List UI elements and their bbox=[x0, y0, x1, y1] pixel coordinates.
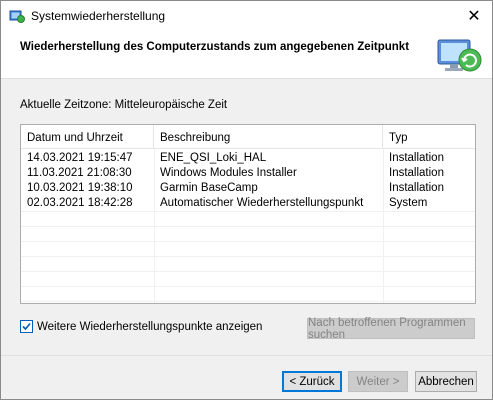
column-header-description[interactable]: Beschreibung bbox=[154, 125, 383, 149]
row-divider bbox=[21, 241, 475, 242]
row-description: Automatischer Wiederherstellungspunkt bbox=[160, 197, 364, 209]
page-title: Wiederherstellung des Computerzustands z… bbox=[20, 41, 410, 53]
row-divider bbox=[21, 226, 475, 227]
row-divider bbox=[21, 286, 475, 287]
row-divider bbox=[21, 211, 475, 212]
row-type: Installation bbox=[389, 182, 444, 194]
system-restore-icon bbox=[9, 10, 25, 23]
scan-affected-programs-button[interactable]: Nach betroffenen Programmen suchen bbox=[307, 317, 475, 341]
window-title: Systemwiederherstellung bbox=[31, 9, 166, 23]
show-more-label: Weitere Wiederherstellungspunkte anzeige… bbox=[37, 320, 263, 333]
timezone-label: Aktuelle Zeitzone: Mitteleuropäische Zei… bbox=[20, 99, 228, 111]
column-header-description-label: Beschreibung bbox=[160, 132, 231, 144]
row-divider bbox=[21, 271, 475, 272]
table-row[interactable]: 10.03.2021 19:38:10 Garmin BaseCamp Inst… bbox=[21, 181, 475, 196]
row-date: 02.03.2021 18:42:28 bbox=[27, 197, 133, 209]
row-type: Installation bbox=[389, 152, 444, 164]
close-icon: ✕ bbox=[467, 7, 481, 25]
column-header-date[interactable]: Datum und Uhrzeit ︿ bbox=[21, 125, 154, 149]
row-description: ENE_QSI_Loki_HAL bbox=[160, 152, 267, 164]
checkmark-icon bbox=[22, 322, 31, 331]
row-description: Garmin BaseCamp bbox=[160, 182, 258, 194]
row-type: Installation bbox=[389, 167, 444, 179]
system-restore-window: Systemwiederherstellung ✕ Wiederherstell… bbox=[0, 0, 493, 400]
back-button[interactable]: < Zurück bbox=[282, 371, 342, 392]
table-row[interactable]: 11.03.2021 21:08:30 Windows Modules Inst… bbox=[21, 166, 475, 181]
row-date: 11.03.2021 21:08:30 bbox=[27, 167, 132, 179]
column-header-date-label: Datum und Uhrzeit bbox=[27, 132, 123, 144]
row-date: 14.03.2021 19:15:47 bbox=[27, 152, 133, 164]
footer-divider bbox=[1, 355, 492, 356]
column-header-type[interactable]: Typ bbox=[383, 125, 475, 149]
close-button[interactable]: ✕ bbox=[456, 1, 492, 30]
restore-points-table[interactable]: Datum und Uhrzeit ︿ Beschreibung Typ 14.… bbox=[20, 124, 476, 304]
row-divider bbox=[21, 256, 475, 257]
column-header-type-label: Typ bbox=[389, 132, 408, 144]
table-row[interactable]: 02.03.2021 18:42:28 Automatischer Wieder… bbox=[21, 196, 475, 211]
wizard-header: Wiederherstellung des Computerzustands z… bbox=[1, 30, 492, 79]
row-divider bbox=[21, 301, 475, 302]
row-date: 10.03.2021 19:38:10 bbox=[27, 182, 133, 194]
table-header: Datum und Uhrzeit ︿ Beschreibung Typ bbox=[21, 125, 475, 149]
show-more-restore-points-option[interactable]: Weitere Wiederherstellungspunkte anzeige… bbox=[20, 320, 262, 333]
system-restore-graphic-icon bbox=[437, 39, 482, 72]
row-description: Windows Modules Installer bbox=[160, 167, 297, 179]
next-button[interactable]: Weiter > bbox=[348, 371, 408, 392]
row-type: System bbox=[389, 197, 428, 209]
cancel-button[interactable]: Abbrechen bbox=[415, 371, 477, 392]
show-more-checkbox[interactable] bbox=[20, 320, 33, 333]
title-bar: Systemwiederherstellung ✕ bbox=[1, 1, 492, 30]
sort-ascending-icon: ︿ bbox=[87, 135, 94, 142]
table-row[interactable]: 14.03.2021 19:15:47 ENE_QSI_Loki_HAL Ins… bbox=[21, 151, 475, 166]
